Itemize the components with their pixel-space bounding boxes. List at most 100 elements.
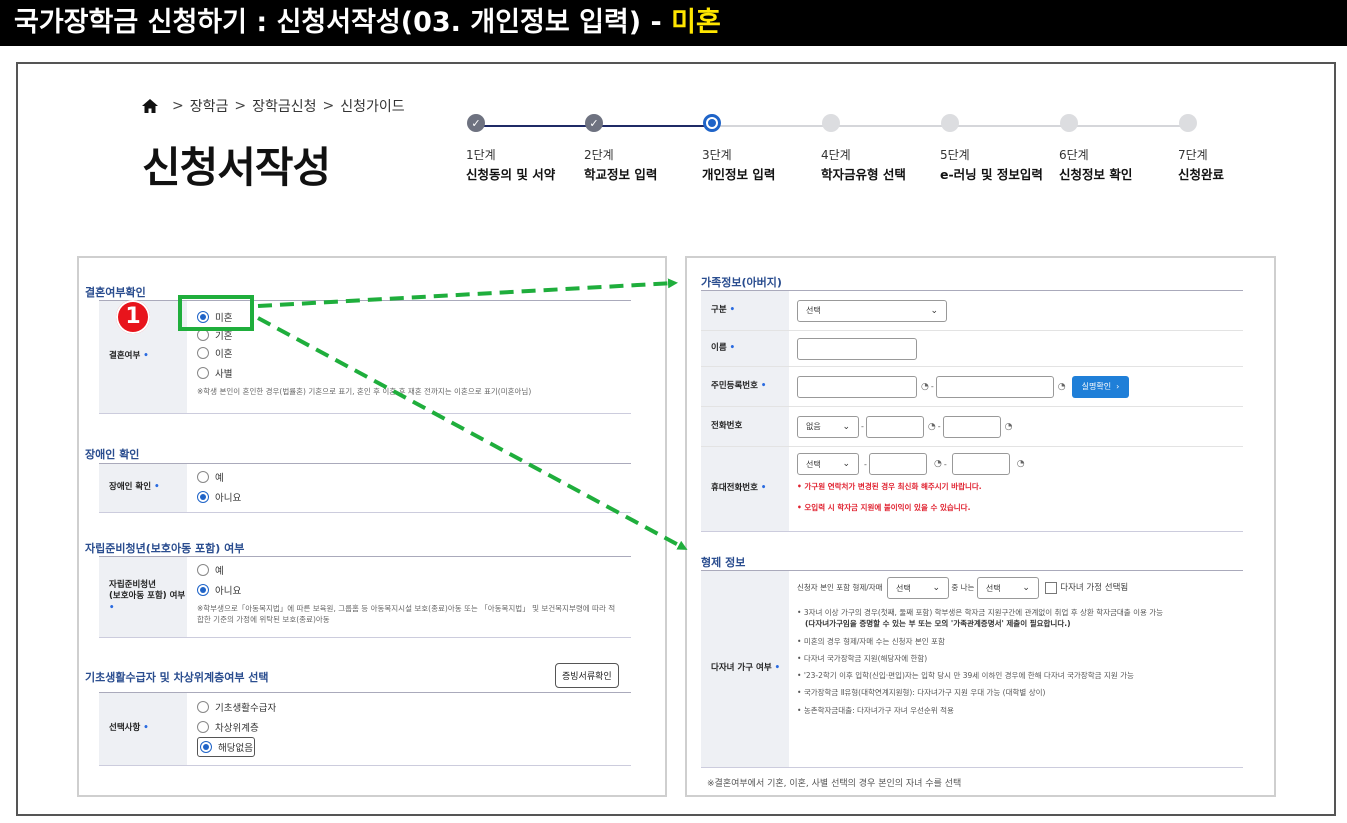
phone-middle-input[interactable]	[865, 415, 924, 438]
radio-icon	[197, 564, 209, 576]
basic-living-option-none[interactable]: 해당없음	[197, 737, 255, 757]
check-icon: ✓	[585, 114, 603, 132]
radio-selected-icon	[197, 584, 209, 596]
chevron-right-icon: ›	[1116, 382, 1120, 391]
disability-table: 장애인 확인 • 예 아니요	[99, 463, 631, 513]
check-icon: ✓	[467, 114, 485, 132]
tutorial-title-bar: 국가장학금 신청하기 : 신청서작성(03. 개인정보 입력) - 미혼	[0, 0, 1347, 46]
chevron-down-icon: ⌄	[932, 583, 940, 593]
basic-living-section-title: 기초생활수급자 및 차상위계층여부 선택	[85, 671, 269, 684]
siblings-table: 다자녀 가구 여부 • 신청자 본인 포함 형제/자매 선택 ⌄ 중 나는 선택 ⌄ …	[701, 570, 1243, 768]
siblings-order-select[interactable]: 선택 ⌄	[976, 577, 1039, 599]
mobile-last-input[interactable]	[951, 453, 1010, 475]
youth-note: ※학부생으로「아동복지법」에 따른 보육원, 그룹홈 등 아동복지시설 보호(종…	[197, 604, 616, 624]
youth-label: 자립준비청년 (보호아동 포함) 여부 •	[99, 557, 187, 637]
disability-label: 장애인 확인 •	[99, 464, 187, 512]
disability-option-yes[interactable]: 예	[197, 467, 621, 487]
siblings-line-prefix: 신청자 본인 포함 형제/자매	[797, 583, 883, 592]
breadcrumb-separator: >	[234, 98, 247, 114]
mobile-notice-update: • 가구원 연락처가 변경된 경우 최신화 해주시기 바랍니다.	[797, 482, 982, 491]
phone-prefix-select[interactable]: 없음 ⌄	[797, 415, 859, 438]
current-step-icon	[703, 114, 721, 132]
step-2: ✓ 2단계 학교정보 입력	[584, 114, 704, 183]
marriage-option-single[interactable]: 미혼	[197, 307, 621, 327]
callout-highlight-box	[178, 295, 254, 331]
tutorial-title-highlight: 미혼	[671, 7, 721, 38]
eye-icon[interactable]: ◔	[1005, 422, 1013, 432]
marriage-section-title: 결혼여부확인	[85, 286, 146, 299]
chevron-down-icon: ⌄	[842, 459, 850, 469]
marriage-note: ※학생 본인이 혼인한 경우(법률혼) 기혼으로 표기, 혼인 후 이혼 후 재…	[197, 387, 532, 396]
radio-selected-icon	[197, 491, 209, 503]
eye-icon[interactable]: ◔	[1017, 459, 1025, 469]
siblings-label: 다자녀 가구 여부 •	[701, 571, 789, 767]
siblings-bullet: (다자녀가구임을 증명할 수 있는 부 또는 모의 '가족관계증명서' 제출이 …	[805, 619, 1071, 629]
verify-name-button[interactable]: 실명확인 ›	[1071, 375, 1130, 398]
siblings-bullet: • 국가장학금 Ⅱ유형(대학연계지원형): 다자녀가구 지원 우대 가능 (대학…	[797, 688, 1046, 698]
rrn-front-input[interactable]	[797, 375, 917, 398]
siblings-bullet: • 3자녀 이상 가구의 경우(첫째, 둘째 포함) 학부생은 학자금 지원구간…	[797, 608, 1164, 617]
right-form-panel: 가족정보(아버지) 구분 • 선택 ⌄ 이름 • 주민등록번호 • ◔ - ◔ 실명확인 …	[685, 256, 1276, 797]
step-1: ✓ 1단계 신청동의 및 서약	[466, 114, 586, 183]
breadcrumb-separator: >	[322, 98, 335, 114]
mobile-prefix-select[interactable]: 선택 ⌄	[797, 453, 859, 475]
home-icon[interactable]	[142, 99, 158, 113]
family-name-label: 이름 •	[701, 331, 789, 366]
step-6: 6단계 신청정보 확인	[1059, 114, 1179, 183]
family-name-input[interactable]	[797, 337, 917, 360]
marriage-option-widowed[interactable]: 사별	[197, 363, 621, 383]
siblings-count-select[interactable]: 선택 ⌄	[886, 577, 949, 599]
youth-table: 자립준비청년 (보호아동 포함) 여부 • 예 아니요 ※학부생으로「아동복지법」에…	[99, 556, 631, 638]
chevron-down-icon: ⌄	[930, 305, 938, 316]
youth-section-title: 자립준비청년(보호아동 포함) 여부	[85, 542, 245, 555]
tutorial-title: 국가장학금 신청하기 : 신청서작성(03. 개인정보 입력) -	[14, 7, 672, 38]
marriage-option-married[interactable]: 기혼	[197, 327, 621, 343]
youth-option-no[interactable]: 아니요	[197, 580, 621, 600]
breadcrumb-separator: >	[172, 98, 184, 114]
multi-child-checkbox[interactable]	[1045, 582, 1058, 594]
youth-option-yes[interactable]: 예	[197, 560, 621, 580]
left-form-panel: 결혼여부확인 결혼여부 • 미혼 기혼 이혼 사별 ※학생 본인이 혼인한 경우(…	[77, 256, 667, 797]
chevron-down-icon: ⌄	[1022, 583, 1030, 593]
family-type-select[interactable]: 선택 ⌄	[797, 299, 947, 322]
disability-option-no[interactable]: 아니요	[197, 487, 621, 507]
breadcrumb-item-scholarship[interactable]: 장학금	[190, 96, 229, 116]
eye-icon[interactable]: ◔	[921, 382, 929, 392]
siblings-bullet: • 다자녀 국가장학금 지원(해당자에 한함)	[797, 653, 928, 663]
family-section-title: 가족정보(아버지)	[701, 276, 782, 289]
basic-living-option-near-poverty[interactable]: 차상위계층	[197, 717, 621, 737]
breadcrumb-item-guide[interactable]: 신청가이드	[340, 96, 404, 116]
family-phone-label: 전화번호	[701, 407, 789, 446]
family-table: 구분 • 선택 ⌄ 이름 • 주민등록번호 • ◔ - ◔ 실명확인 › 전화번호	[701, 290, 1243, 532]
mobile-notice-warning: • 오입력 시 학자금 지원에 불이익이 있을 수 있습니다.	[797, 503, 971, 512]
radio-icon	[197, 347, 209, 359]
radio-selected-icon	[200, 741, 212, 753]
radio-icon	[197, 721, 209, 733]
step-5: 5단계 e-러닝 및 정보입력	[940, 114, 1060, 183]
callout-badge: 1	[116, 300, 150, 334]
step-7: 7단계 신청완료	[1178, 114, 1238, 183]
eye-icon[interactable]: ◔	[928, 422, 936, 432]
radio-icon	[197, 367, 209, 379]
marriage-option-divorced[interactable]: 이혼	[197, 343, 621, 363]
radio-icon	[197, 701, 209, 713]
document-check-button[interactable]: 증빙서류확인	[555, 663, 619, 688]
basic-living-option-recipient[interactable]: 기초생활수급자	[197, 697, 621, 717]
family-mobile-label: 휴대전화번호 •	[701, 447, 789, 531]
disability-section-title: 장애인 확인	[85, 448, 140, 461]
chevron-down-icon: ⌄	[842, 421, 850, 432]
rrn-back-input[interactable]	[935, 375, 1054, 398]
pending-step-icon	[1179, 114, 1197, 132]
siblings-footer-note: ※결혼여부에서 기혼, 이혼, 사별 선택의 경우 본인의 자녀 수를 선택	[707, 779, 962, 789]
family-type-label: 구분 •	[701, 291, 789, 330]
basic-living-label: 선택사항 •	[99, 693, 187, 765]
siblings-bullet: • 농촌학자금대출: 다자녀가구 자녀 우선순위 적용	[797, 705, 954, 715]
step-3: 3단계 개인정보 입력	[702, 114, 822, 183]
step-4: 4단계 학자금유형 선택	[821, 114, 941, 183]
mobile-middle-input[interactable]	[868, 453, 927, 475]
breadcrumb-item-apply[interactable]: 장학금신청	[252, 96, 316, 116]
eye-icon[interactable]: ◔	[1058, 382, 1066, 392]
pending-step-icon	[822, 114, 840, 132]
eye-icon[interactable]: ◔	[934, 459, 942, 469]
phone-last-input[interactable]	[942, 415, 1001, 438]
